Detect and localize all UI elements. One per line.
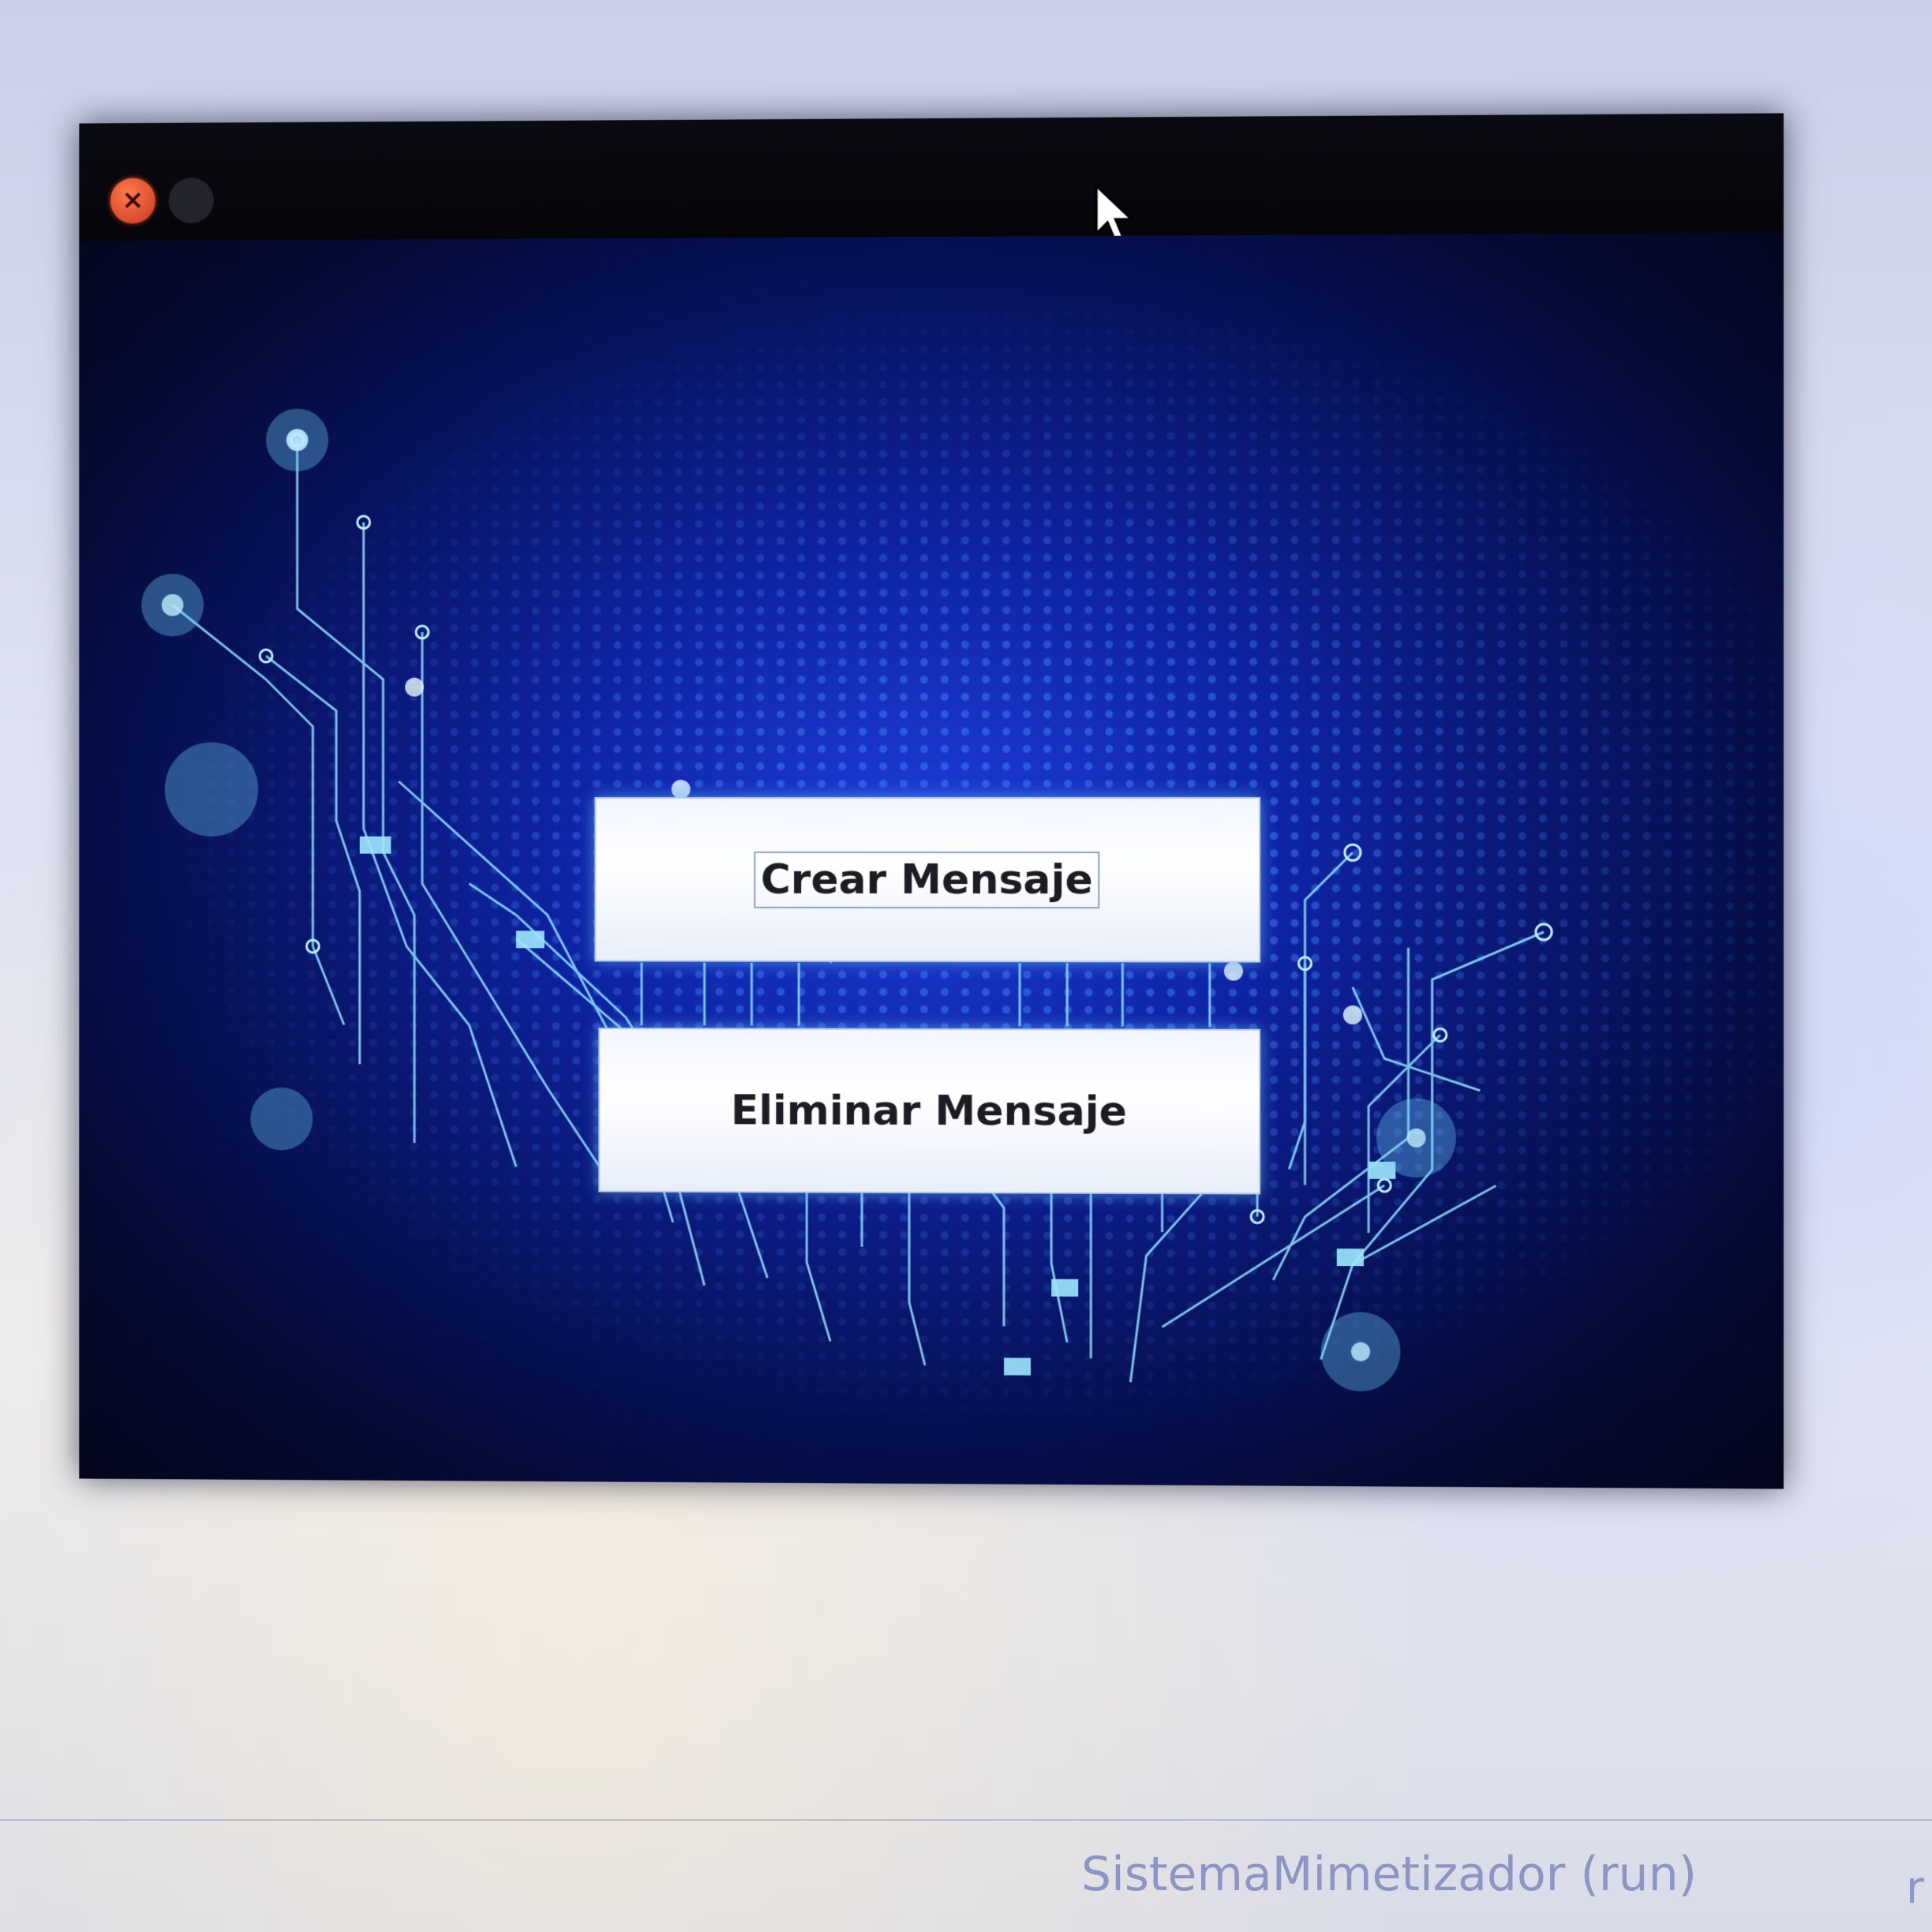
app-window: × Crear Mensaje Eliminar Mensaje [79,113,1784,1489]
trailing-status-text: r [1906,1863,1925,1914]
create-message-button[interactable]: Crear Mensaje [594,796,1261,963]
close-window-button[interactable]: × [110,178,155,224]
statusbar-divider [0,1819,1932,1821]
delete-message-label: Eliminar Mensaje [730,1086,1127,1136]
window-titlebar[interactable]: × [79,113,1784,241]
minimize-window-button[interactable] [168,178,214,223]
window-content: Crear Mensaje Eliminar Mensaje [79,232,1784,1489]
close-icon: × [122,184,144,216]
run-status-label: SistemaMimetizador (run) [1081,1847,1697,1902]
create-message-label: Crear Mensaje [754,851,1099,908]
delete-message-button[interactable]: Eliminar Mensaje [598,1028,1261,1195]
